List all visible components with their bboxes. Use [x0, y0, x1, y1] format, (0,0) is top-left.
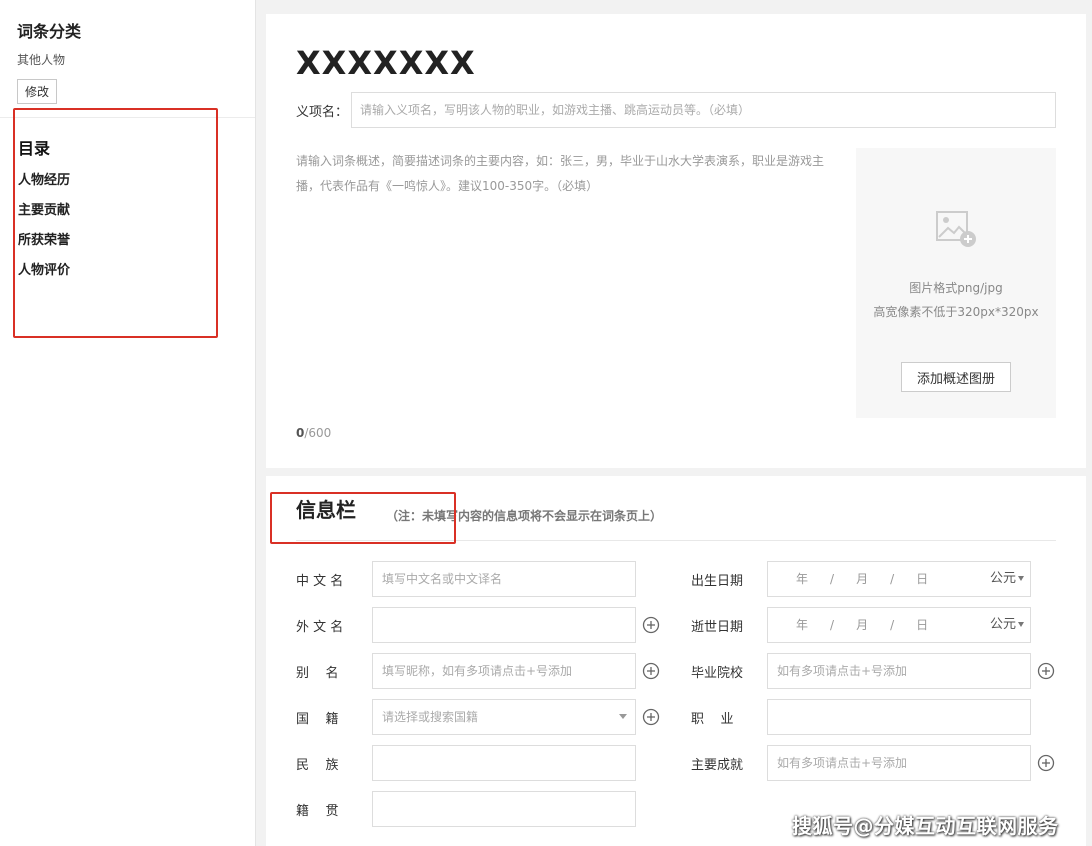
death-date-picker[interactable]: 年 / 月 / 日 公元 — [767, 607, 1031, 643]
watermark: 搜狐号@分媒互动互联网服务 — [792, 814, 1059, 838]
character-counter: 0/600 — [296, 426, 331, 440]
achievements-input[interactable] — [767, 745, 1031, 781]
add-achievement-icon[interactable] — [1037, 754, 1055, 772]
label-achievements: 主要成就 — [691, 758, 744, 773]
birth-date-picker[interactable]: 年 / 月 / 日 公元 — [767, 561, 1031, 597]
label-birth-date: 出生日期 — [691, 574, 744, 589]
hometown-input[interactable] — [372, 791, 636, 827]
highlight-box-toc — [13, 108, 218, 338]
label-nationality: 国 籍 — [296, 712, 339, 727]
day-field[interactable]: 日 — [916, 608, 928, 642]
image-add-icon — [936, 211, 976, 247]
date-separator: / — [890, 618, 895, 632]
add-nationality-icon[interactable] — [642, 708, 660, 726]
add-school-icon[interactable] — [1037, 662, 1055, 680]
chevron-down-icon — [1018, 576, 1024, 581]
label-alias: 别 名 — [296, 666, 339, 681]
label-foreign-name: 外 文 名 — [296, 620, 344, 635]
era-select[interactable]: 公元 — [990, 562, 1024, 596]
alias-input[interactable] — [372, 653, 636, 689]
entry-title: XXXXXXX — [296, 44, 476, 82]
image-format-hint: 图片格式png/jpg — [909, 281, 1003, 295]
category-title: 词条分类 — [17, 22, 82, 41]
month-field[interactable]: 月 — [856, 562, 868, 596]
label-death-date: 逝世日期 — [691, 620, 744, 635]
category-value: 其他人物 — [17, 53, 66, 67]
date-separator: / — [830, 618, 835, 632]
highlight-box-info — [270, 492, 456, 544]
add-foreign-name-icon[interactable] — [642, 616, 660, 634]
occupation-input[interactable] — [767, 699, 1031, 735]
label-hometown: 籍 贯 — [296, 804, 339, 819]
era-value: 公元 — [989, 617, 1016, 632]
counter-max: /600 — [304, 426, 332, 440]
image-size-hint: 高宽像素不低于320px*320px — [873, 305, 1039, 319]
nationality-select[interactable]: 请选择或搜索国籍 — [372, 699, 636, 735]
year-field[interactable]: 年 — [796, 562, 808, 596]
chevron-down-icon — [1018, 622, 1024, 627]
nationality-placeholder: 请选择或搜索国籍 — [382, 710, 479, 724]
chevron-down-icon — [619, 714, 627, 719]
date-separator: / — [830, 572, 835, 586]
add-summary-album-button[interactable]: 添加概述图册 — [901, 362, 1011, 392]
date-separator: / — [890, 572, 895, 586]
summary-textarea[interactable]: 请输入词条概述，简要描述词条的主要内容，如：张三，男，毕业于山水大学表演系，职业… — [296, 149, 831, 199]
category-section: 词条分类 其他人物 修改 — [0, 0, 255, 118]
edit-category-button[interactable]: 修改 — [17, 79, 58, 104]
chinese-name-input[interactable] — [372, 561, 636, 597]
foreign-name-input[interactable] — [372, 607, 636, 643]
yi-label: 义项名： — [296, 105, 349, 120]
era-select[interactable]: 公元 — [990, 608, 1024, 642]
era-value: 公元 — [989, 571, 1016, 586]
ethnicity-input[interactable] — [372, 745, 636, 781]
day-field[interactable]: 日 — [916, 562, 928, 596]
yi-input[interactable] — [351, 92, 1056, 128]
label-occupation: 职 业 — [691, 712, 734, 727]
label-ethnicity: 民 族 — [296, 758, 339, 773]
year-field[interactable]: 年 — [796, 608, 808, 642]
school-input[interactable] — [767, 653, 1031, 689]
add-alias-icon[interactable] — [642, 662, 660, 680]
month-field[interactable]: 月 — [856, 608, 868, 642]
entry-summary-card: XXXXXXX 义项名： 请输入词条概述，简要描述词条的主要内容，如：张三，男，… — [266, 14, 1086, 468]
label-school: 毕业院校 — [691, 666, 744, 681]
image-upload-area[interactable]: 图片格式png/jpg 高宽像素不低于320px*320px 添加概述图册 — [856, 148, 1056, 418]
label-chinese-name: 中 文 名 — [296, 574, 344, 589]
